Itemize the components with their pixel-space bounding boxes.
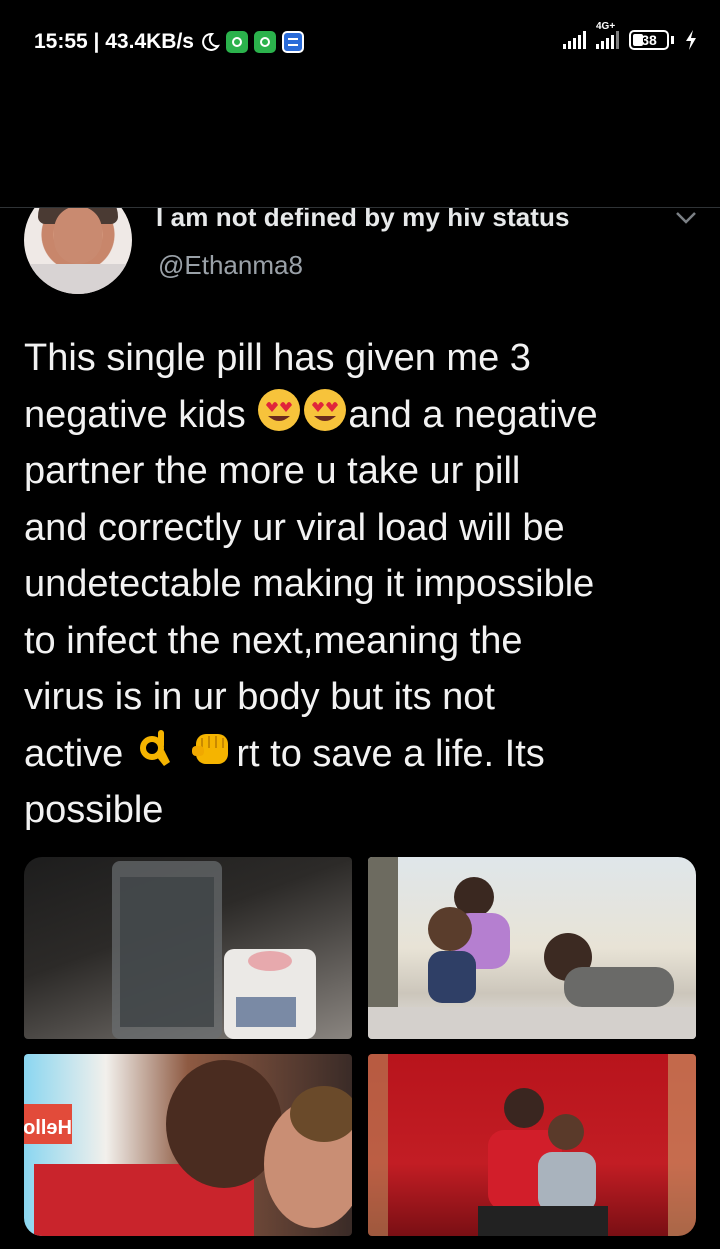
- moon-icon: [202, 32, 220, 51]
- fist-bump-emoji: [192, 733, 229, 764]
- charging-icon: [686, 30, 696, 50]
- heart-eyes-emoji: [304, 388, 347, 431]
- tweet-header: I am not defined by my hiv status @Ethan…: [0, 208, 720, 308]
- message-icon: [281, 31, 304, 53]
- tweet-line: virus is in ur body but its not: [24, 676, 495, 718]
- photo-kids-on-red-chair[interactable]: [368, 1054, 696, 1236]
- ok-hand-emoji: [139, 729, 170, 766]
- tweet-line: negative kids and a negative: [24, 387, 704, 444]
- tweet-line: to infect the next,meaning the: [24, 619, 523, 662]
- tweet-text: This single pill has given me 3 negative…: [24, 330, 704, 839]
- chevron-down-icon[interactable]: [674, 210, 698, 226]
- tweet-line-part: rt to save a life. Its: [236, 732, 545, 775]
- heart-eyes-emoji: [258, 388, 301, 431]
- tweet-line: This single pill has given me 3: [24, 337, 531, 379]
- status-bar: 15:55 | 43.4KB/s 4G+ 38: [0, 0, 720, 90]
- status-bar-right: 4G+ 38: [563, 21, 698, 50]
- photo-sign-text: Hello: [24, 1117, 72, 1139]
- display-name[interactable]: I am not defined by my hiv status: [156, 208, 570, 233]
- tweet-line: active rt to save a life. Its: [24, 726, 704, 783]
- battery-level: 38: [641, 32, 657, 48]
- tweet-line: partner the more u take ur pill: [24, 450, 521, 492]
- tweet-line-part: and a negative: [348, 393, 598, 436]
- photo-couple-kissing[interactable]: Hello: [24, 1054, 352, 1236]
- status-bar-left: 15:55 | 43.4KB/s: [34, 30, 304, 54]
- tweet-line: undetectable making it impossible: [24, 563, 595, 605]
- battery-icon: 38: [629, 30, 669, 50]
- whatsapp-icon: [253, 31, 276, 53]
- whatsapp-icon: [225, 31, 248, 53]
- photo-pill-and-water[interactable]: [24, 857, 352, 1039]
- tweet-line-part: negative kids: [24, 393, 246, 436]
- time-and-speed: 15:55 | 43.4KB/s: [34, 30, 194, 53]
- battery-tip: [671, 36, 674, 44]
- photo-kids-at-beach[interactable]: [368, 857, 696, 1039]
- tweet-line: possible: [24, 789, 164, 831]
- signal-icon: [563, 31, 586, 49]
- tweet-line: and correctly ur viral load will be: [24, 506, 565, 549]
- user-handle[interactable]: @Ethanma8: [158, 250, 303, 281]
- tweet-line-part: active: [24, 732, 124, 775]
- avatar[interactable]: [24, 208, 132, 294]
- signal-4g-icon: 4G+: [596, 21, 619, 49]
